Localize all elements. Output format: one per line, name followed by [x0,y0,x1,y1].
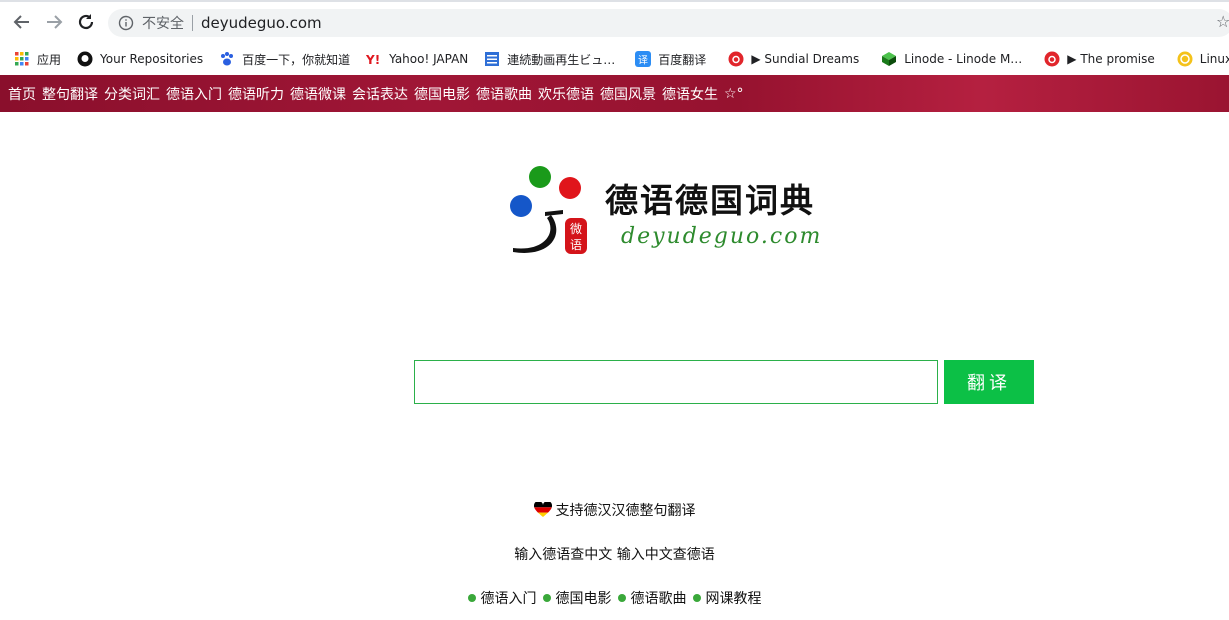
forward-button[interactable] [42,10,66,34]
bookmark-label: Your Repositories [100,52,204,66]
bookmark-item[interactable]: 連続動画再生ビュ… [484,51,615,68]
github-icon [77,51,93,67]
nav-item[interactable]: 德语微课 [290,84,346,104]
svg-text:Y!: Y! [366,53,380,67]
site-logo: 微 语 德语德国词典 deyudeguo.com [505,162,845,258]
bookmark-item[interactable]: Your Repositories [77,51,203,67]
bookmark-item[interactable]: Linode - Linode M… [881,51,1022,67]
bookmark-label: 百度一下，你就知道 [242,52,351,67]
address-separator [192,15,193,31]
tab-strip-edge [0,0,1229,2]
browser-toolbar: 不安全 deyudeguo.com ☆ [0,0,1229,44]
nav-item[interactable]: ☆° [724,86,744,102]
bookmark-label: Yahoo! JAPAN [389,52,469,66]
logo-mark-icon [510,166,587,254]
nav-item[interactable]: 会话表达 [352,84,408,104]
seal-char-bottom: 语 [570,238,583,252]
back-button[interactable] [10,10,34,34]
netease-music-icon [1044,51,1060,67]
back-arrow-icon [13,15,29,29]
nav-item[interactable]: 德语歌曲 [476,84,532,104]
forward-arrow-icon [47,15,63,29]
address-bar[interactable]: 不安全 deyudeguo.com [108,9,1229,37]
info-icon[interactable] [118,15,134,31]
support-text: 支持德汉汉德整句翻译 [555,503,696,519]
bookmark-item[interactable]: Y! Yahoo! JAPAN [366,51,468,67]
footer-link[interactable]: 德语歌曲 [617,591,687,607]
footer-link[interactable]: 德语入门 [467,591,537,607]
url-text[interactable]: deyudeguo.com [201,14,322,32]
bookmark-label: 百度翻译 [658,52,707,67]
nav-item[interactable]: 德语听力 [228,84,284,104]
bookmarks-bar: 应用 Your Repositories 百度一下，你就知道 Y! Yahoo! JAP… [0,44,1229,74]
netease-music-icon [728,51,744,67]
translate-button[interactable]: 翻译 [944,360,1034,404]
yahoo-icon: Y! [366,51,382,67]
bookmark-label: Linode - Linode M… [904,52,1023,66]
linux-coin-icon [1177,51,1193,67]
footer-link[interactable]: 德国电影 [542,591,612,607]
bookmark-item[interactable]: 应用 [14,51,61,68]
footer-link-label: 德语入门 [480,591,537,607]
footer-links: 德语入门 德国电影 德语歌曲 网课教程 [0,588,1229,608]
bookmark-label: Linux Profe [1199,52,1229,66]
nav-item[interactable]: 德语女生 [662,84,718,104]
bookmark-label: ▶ Sundial Dreams [751,52,860,66]
bullet-icon [467,594,476,602]
nav-item[interactable]: 整句翻译 [42,84,98,104]
hint-text: 输入德语查中文 输入中文查德语 [514,547,715,563]
baidu-paw-icon [219,51,235,67]
nav-item[interactable]: 德国电影 [414,84,470,104]
seal-char-top: 微 [570,222,583,236]
reload-icon [78,14,94,30]
reload-button[interactable] [74,10,98,34]
bullet-icon [617,594,626,602]
support-line: 支持德汉汉德整句翻译 [0,500,1229,522]
bullet-icon [542,594,551,602]
translate-icon: 译 [635,51,652,67]
logo-subtitle: deyudeguo.com [621,224,823,249]
footer-link-label: 德国电影 [555,591,612,607]
search-input[interactable] [414,360,938,404]
germany-heart-icon [533,502,552,522]
bookmark-label: 应用 [37,52,62,67]
doc-list-icon [484,51,500,67]
nav-item[interactable]: 欢乐德语 [538,84,594,104]
footer-link-label: 网课教程 [705,591,762,607]
bookmark-item[interactable]: 译百度翻译 [635,51,706,68]
linode-cube-icon [881,51,897,67]
nav-item[interactable]: 德语入门 [166,84,222,104]
footer-link[interactable]: 网课教程 [692,591,762,607]
logo-title: 德语德国词典 [605,181,815,220]
nav-item[interactable]: 分类词汇 [104,84,160,104]
bookmark-item[interactable]: Linux Profe [1177,51,1229,67]
nav-item[interactable]: 首页 [8,84,36,104]
bookmark-label: ▶ The promise [1067,52,1155,66]
svg-text:译: 译 [638,55,648,67]
nav-item[interactable]: 德国风景 [600,84,656,104]
insecure-label: 不安全 [142,16,184,32]
bookmark-label: 連続動画再生ビュ… [507,52,616,67]
bookmark-item[interactable]: 百度一下，你就知道 [219,51,350,68]
footer-link-label: 德语歌曲 [630,591,687,607]
bookmark-star-icon[interactable]: ☆ [1216,12,1229,32]
bookmark-item[interactable]: ▶ Sundial Dreams [728,51,859,67]
site-nav: 首页 整句翻译 分类词汇 德语入门 德语听力 德语微课 会话表达 德国电影 德语歌曲 欢乐德语 德国… [0,75,1229,112]
bullet-icon [692,594,701,602]
apps-grid-icon [14,51,30,67]
bookmark-item[interactable]: ▶ The promise [1044,51,1155,67]
